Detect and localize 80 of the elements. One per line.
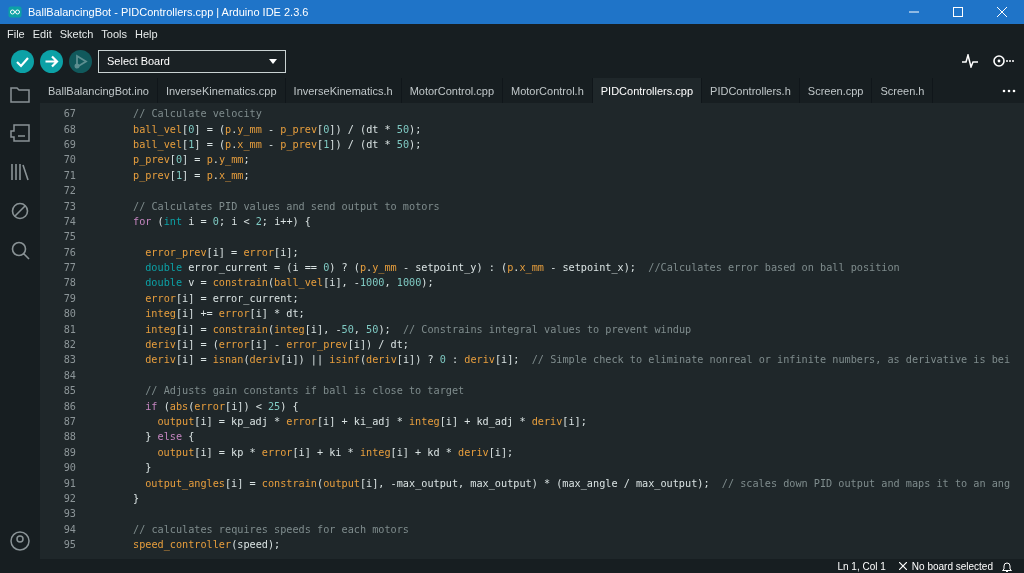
line-number: 89 [62,446,76,458]
line-number: 70 [62,154,76,166]
code-line: // Adjusts gain constants if ball is close to target [145,385,465,397]
caret-icon [269,58,277,64]
line-number: 92 [62,492,76,504]
line-number: 84 [62,369,76,381]
code-line: deriv[i] = isnan(deriv[i]) || isinf(deriv[i]) ? 0 : deriv[i]; // Simple check to eliminate nonreal or infinite numbers, as derivative is bei [145,354,1011,366]
verify-button[interactable] [11,49,34,73]
cursor-position[interactable]: Ln 1, Col 1 [837,560,886,572]
code-line: error[i] = error_current; [145,292,299,304]
file-tab[interactable]: PIDControllers.cpp [592,78,703,103]
line-number: 75 [62,231,76,243]
line-number: 67 [62,108,76,120]
line-number: 71 [62,169,76,181]
maximize-icon[interactable] [953,7,963,17]
upload-button[interactable] [40,49,63,73]
code-line: output_angles[i] = constrain(output[i], -max_output, max_output) * (max_angle / max_output); // scales down PID output and maps it to an ang [145,477,1011,489]
code-line: // calculates requires speeds for each motors [133,523,409,535]
folder-icon[interactable] [10,86,30,103]
line-number: 69 [62,138,76,150]
line-number: 88 [62,431,76,443]
menu-item[interactable]: Help [131,28,162,40]
menu-item[interactable]: Tools [97,28,132,40]
close-icon [898,562,907,570]
line-number: 76 [62,246,76,258]
code-line: // Calculate velocity [133,108,262,120]
code-line: ball_vel[1] = (p.x_mm - p_prev[1]) / (dt * 50); [133,138,422,150]
line-number: 90 [62,462,76,474]
menu-item[interactable]: File [3,28,29,40]
code-line: } [133,492,140,504]
line-number: 78 [62,277,76,289]
serial-monitor-icon[interactable] [992,54,1014,68]
board-icon[interactable] [10,124,30,142]
line-number: 72 [62,185,76,197]
line-number: 91 [62,477,76,489]
code-line: // Calculates PID values and send output to motors [133,200,440,212]
bell-icon[interactable] [1002,560,1012,572]
line-number: 93 [62,508,76,520]
serial-plotter-icon[interactable] [962,54,978,68]
line-number: 82 [62,339,76,351]
menu-item[interactable]: Sketch [55,28,98,40]
code-line: deriv[i] = (error[i] - error_prev[i]) / dt; [145,339,409,351]
line-number: 85 [62,385,76,397]
code-line: speed_controller(speed); [133,539,281,551]
line-number: 74 [62,215,76,227]
app-logo-icon [8,6,22,18]
code-line: for (int i = 0; i < 2; i++) { [133,215,311,227]
line-number: 83 [62,354,76,366]
line-number: 95 [62,539,76,551]
code-line: double v = constrain(ball_vel[i], -1000, 1000); [145,277,434,289]
window-title: BallBalancingBot - PIDControllers.cpp | Arduino IDE 2.3.6 [28,6,310,18]
line-number: 68 [62,123,76,135]
line-number: 79 [62,292,76,304]
code-line: p_prev[0] = p.y_mm; [133,154,250,166]
account-icon[interactable] [10,531,30,551]
board-status[interactable]: No board selected [911,560,993,572]
line-number: 80 [62,308,76,320]
code-line: output[i] = kp_adj * error[i] + ki_adj * integ[i] + kd_adj * deriv[i]; [157,416,587,427]
code-line: if (abs(error[i]) < 25) { [145,400,299,412]
code-line: integ[i] = constrain(integ[i], -50, 50); // Constrains integral values to prevent windup [145,323,692,335]
library-icon[interactable] [10,163,30,181]
line-number: 77 [62,262,76,274]
code-line: integ[i] += error[i] * dt; [145,308,305,320]
board-select[interactable]: Select Board [98,49,286,73]
code-line: double error_current = (i == 0) ? (p.y_mm - setpoint_y) : (p.x_mm - setpoint_x); //Calculates error based on ball position [145,262,900,274]
code-line: p_prev[1] = p.x_mm; [133,169,250,181]
code-line: error_prev[i] = error[i]; [145,246,299,258]
line-number: 86 [62,400,76,412]
code-line: } else { [145,431,195,443]
menu-item[interactable]: Edit [28,28,56,40]
search-icon[interactable] [10,241,30,260]
line-number: 81 [62,323,76,335]
code-line: output[i] = kp * error[i] + ki * integ[i] + kd * deriv[i]; [157,446,514,458]
line-number: 73 [62,200,76,212]
code-line: ball_vel[0] = (p.y_mm - p_prev[0]) / (dt * 50); [133,123,422,135]
line-number: 87 [62,416,76,427]
more-icon[interactable] [1002,88,1016,93]
line-number: 94 [62,523,76,535]
code-line: } [145,462,152,474]
close-icon[interactable] [997,7,1007,17]
